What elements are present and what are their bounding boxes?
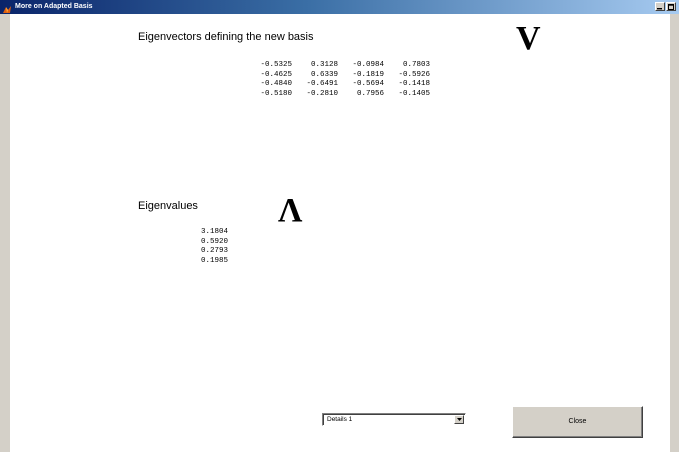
- window-border-right: [670, 14, 679, 452]
- list-item: 0.1985: [200, 256, 228, 265]
- matrix-row: -0.5180 -0.2810 0.7956 -0.1405: [246, 90, 430, 100]
- eigenvalues-heading: Eigenvalues: [138, 200, 198, 212]
- matlab-icon: [2, 2, 12, 13]
- eigenvalue-list: 3.1804 0.5920 0.2793 0.1985: [168, 228, 228, 266]
- matrix-cell: -0.5325: [260, 61, 292, 69]
- matrix-v-symbol: V: [516, 20, 541, 57]
- eigenvectors-heading: Eigenvectors defining the new basis: [138, 31, 314, 43]
- matrix-row: -0.5325 0.3128 -0.0984 0.7803: [246, 61, 430, 71]
- list-item: 3.1804: [200, 228, 228, 236]
- matrix-cell: -0.1819: [352, 70, 384, 79]
- matrix-cell: -0.4840: [260, 80, 292, 88]
- window-title: More on Adapted Basis: [15, 3, 93, 10]
- matrix-cell: -0.2810: [306, 89, 338, 98]
- details-dropdown[interactable]: Details 1: [322, 413, 466, 426]
- minimize-icon[interactable]: [655, 2, 665, 11]
- matrix-cell: 0.3128: [310, 61, 338, 69]
- eigenvector-matrix: -0.5325 0.3128 -0.0984 0.7803 -0.4625 0.…: [246, 61, 430, 99]
- figure-window: More on Adapted Basis Eigenvectors defin…: [0, 0, 679, 452]
- figure-canvas: Eigenvectors defining the new basis V -0…: [10, 14, 670, 452]
- matrix-cell: -0.5694: [352, 80, 384, 88]
- matrix-cell: -0.0984: [352, 61, 384, 69]
- window-controls: [655, 2, 676, 11]
- matrix-cell: -0.1405: [398, 89, 430, 98]
- matrix-row: -0.4625 0.6339 -0.1819 -0.5926: [246, 71, 430, 81]
- matrix-cell: 0.7803: [402, 61, 430, 69]
- matrix-cell: -0.6491: [306, 80, 338, 88]
- matrix-cell: 0.7956: [356, 89, 384, 98]
- matrix-cell: -0.5926: [398, 70, 430, 79]
- title-bar[interactable]: More on Adapted Basis: [0, 0, 679, 14]
- matrix-cell: -0.5180: [260, 89, 292, 98]
- dropdown-value: Details 1: [327, 416, 353, 423]
- lambda-symbol: Λ: [278, 192, 303, 229]
- matrix-cell: -0.4625: [260, 70, 292, 79]
- matrix-cell: 0.6339: [310, 70, 338, 79]
- close-button[interactable]: Close: [512, 406, 643, 438]
- maximize-icon[interactable]: [666, 2, 676, 11]
- matrix-row: -0.4840 -0.6491 -0.5694 -0.1418: [246, 80, 430, 90]
- chevron-down-icon[interactable]: [454, 415, 464, 424]
- matrix-cell: -0.1418: [398, 80, 430, 88]
- list-item: 0.2793: [200, 247, 228, 255]
- list-item: 0.5920: [200, 237, 228, 246]
